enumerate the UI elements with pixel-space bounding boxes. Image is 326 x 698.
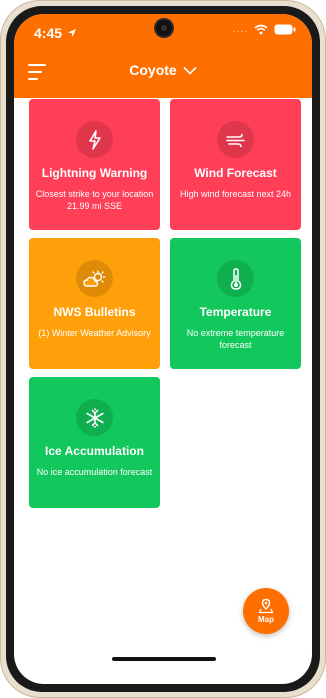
- card-ice-accumulation[interactable]: Ice Accumulation No ice accumulation for…: [29, 377, 160, 508]
- map-button-label: Map: [258, 615, 274, 624]
- card-title: Wind Forecast: [194, 166, 277, 180]
- card-title: NWS Bulletins: [53, 305, 136, 319]
- card-description: No extreme temperature forecast: [186, 328, 285, 350]
- card-description: Closest strike to your location 21.99 mi…: [35, 189, 154, 211]
- card-nws-bulletins[interactable]: NWS Bulletins (1) Winter Weather Advisor…: [29, 238, 160, 369]
- chevron-down-icon: [183, 66, 197, 75]
- card-title: Lightning Warning: [41, 166, 148, 180]
- thermometer-icon: [217, 260, 254, 297]
- map-pin-icon: [258, 598, 274, 614]
- wifi-icon: [254, 24, 268, 35]
- card-lightning-warning[interactable]: Lightning Warning Closest strike to your…: [29, 99, 160, 230]
- card-description: No ice accumulation forecast: [36, 467, 153, 477]
- card-temperature[interactable]: Temperature No extreme temperature forec…: [170, 238, 301, 369]
- location-selector: Coyote: [14, 62, 312, 78]
- status-icons: ....: [233, 24, 296, 35]
- card-wind-forecast[interactable]: Wind Forecast High wind forecast next 24…: [170, 99, 301, 230]
- signal-dots: ....: [232, 24, 248, 35]
- snowflake-icon: [76, 399, 113, 436]
- header-bar: 4:45 .... Coyote: [14, 14, 312, 98]
- lightning-icon: [76, 121, 113, 158]
- front-camera: [156, 20, 172, 36]
- location-name: Coyote: [129, 62, 177, 78]
- map-button[interactable]: Map: [243, 588, 289, 634]
- home-indicator[interactable]: [112, 657, 216, 661]
- card-description: High wind forecast next 24h: [179, 189, 292, 199]
- partly-sunny-icon: [76, 260, 113, 297]
- card-description: (1) Winter Weather Advisory: [38, 328, 151, 338]
- phone-frame: 4:45 .... Coyote Lightning Warning Close…: [0, 0, 326, 698]
- location-arrow-icon: [68, 29, 77, 37]
- battery-icon: [274, 24, 296, 35]
- status-time: 4:45: [34, 25, 77, 41]
- location-dropdown[interactable]: Coyote: [129, 62, 197, 78]
- card-title: Ice Accumulation: [45, 444, 144, 458]
- app-screen: 4:45 .... Coyote Lightning Warning Close…: [14, 14, 312, 684]
- status-time-text: 4:45: [34, 25, 63, 41]
- wind-icon: [217, 121, 254, 158]
- card-title: Temperature: [199, 305, 272, 319]
